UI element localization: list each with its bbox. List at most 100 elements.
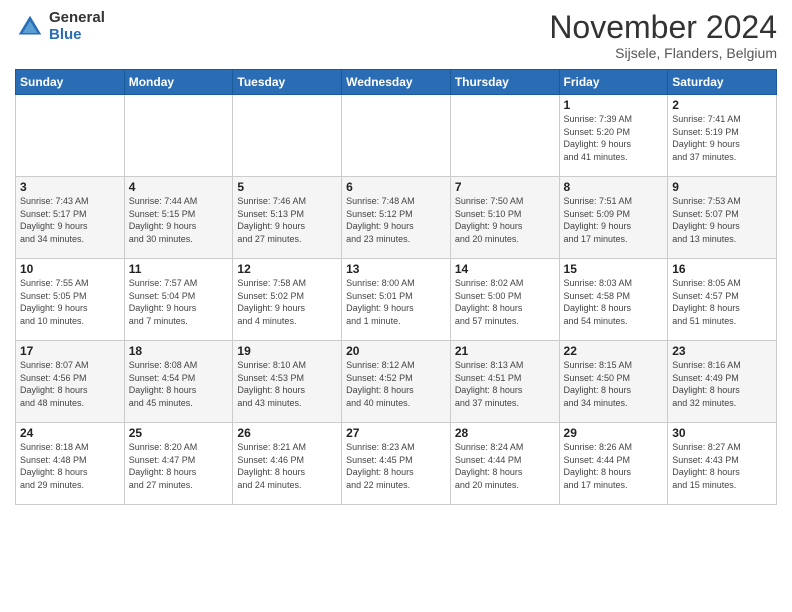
day-number: 27 (346, 426, 446, 440)
day-cell: 23Sunrise: 8:16 AM Sunset: 4:49 PM Dayli… (668, 341, 777, 423)
month-title: November 2024 (549, 10, 777, 45)
day-detail: Sunrise: 8:24 AM Sunset: 4:44 PM Dayligh… (455, 441, 555, 491)
day-detail: Sunrise: 8:15 AM Sunset: 4:50 PM Dayligh… (564, 359, 664, 409)
day-number: 30 (672, 426, 772, 440)
day-cell: 18Sunrise: 8:08 AM Sunset: 4:54 PM Dayli… (124, 341, 233, 423)
day-cell (16, 95, 125, 177)
day-detail: Sunrise: 7:57 AM Sunset: 5:04 PM Dayligh… (129, 277, 229, 327)
day-cell: 7Sunrise: 7:50 AM Sunset: 5:10 PM Daylig… (450, 177, 559, 259)
day-number: 12 (237, 262, 337, 276)
day-cell: 21Sunrise: 8:13 AM Sunset: 4:51 PM Dayli… (450, 341, 559, 423)
day-number: 17 (20, 344, 120, 358)
day-number: 26 (237, 426, 337, 440)
day-number: 7 (455, 180, 555, 194)
col-header-thursday: Thursday (450, 70, 559, 95)
day-cell: 16Sunrise: 8:05 AM Sunset: 4:57 PM Dayli… (668, 259, 777, 341)
logo-icon (15, 12, 45, 42)
col-header-tuesday: Tuesday (233, 70, 342, 95)
day-cell: 1Sunrise: 7:39 AM Sunset: 5:20 PM Daylig… (559, 95, 668, 177)
day-cell: 8Sunrise: 7:51 AM Sunset: 5:09 PM Daylig… (559, 177, 668, 259)
day-cell: 27Sunrise: 8:23 AM Sunset: 4:45 PM Dayli… (342, 423, 451, 505)
logo-text: General Blue (49, 10, 105, 43)
day-number: 10 (20, 262, 120, 276)
day-detail: Sunrise: 7:50 AM Sunset: 5:10 PM Dayligh… (455, 195, 555, 245)
logo: General Blue (15, 10, 105, 43)
day-cell: 20Sunrise: 8:12 AM Sunset: 4:52 PM Dayli… (342, 341, 451, 423)
day-number: 9 (672, 180, 772, 194)
col-header-wednesday: Wednesday (342, 70, 451, 95)
day-cell (233, 95, 342, 177)
day-number: 14 (455, 262, 555, 276)
day-cell: 26Sunrise: 8:21 AM Sunset: 4:46 PM Dayli… (233, 423, 342, 505)
day-detail: Sunrise: 7:39 AM Sunset: 5:20 PM Dayligh… (564, 113, 664, 163)
day-cell: 2Sunrise: 7:41 AM Sunset: 5:19 PM Daylig… (668, 95, 777, 177)
day-detail: Sunrise: 8:03 AM Sunset: 4:58 PM Dayligh… (564, 277, 664, 327)
day-detail: Sunrise: 8:10 AM Sunset: 4:53 PM Dayligh… (237, 359, 337, 409)
day-detail: Sunrise: 7:51 AM Sunset: 5:09 PM Dayligh… (564, 195, 664, 245)
day-detail: Sunrise: 8:05 AM Sunset: 4:57 PM Dayligh… (672, 277, 772, 327)
day-number: 25 (129, 426, 229, 440)
day-detail: Sunrise: 8:16 AM Sunset: 4:49 PM Dayligh… (672, 359, 772, 409)
day-detail: Sunrise: 7:41 AM Sunset: 5:19 PM Dayligh… (672, 113, 772, 163)
day-cell: 15Sunrise: 8:03 AM Sunset: 4:58 PM Dayli… (559, 259, 668, 341)
day-number: 21 (455, 344, 555, 358)
day-cell: 28Sunrise: 8:24 AM Sunset: 4:44 PM Dayli… (450, 423, 559, 505)
day-detail: Sunrise: 7:55 AM Sunset: 5:05 PM Dayligh… (20, 277, 120, 327)
day-number: 3 (20, 180, 120, 194)
day-number: 29 (564, 426, 664, 440)
day-cell: 9Sunrise: 7:53 AM Sunset: 5:07 PM Daylig… (668, 177, 777, 259)
day-detail: Sunrise: 7:58 AM Sunset: 5:02 PM Dayligh… (237, 277, 337, 327)
title-block: November 2024 Sijsele, Flanders, Belgium (549, 10, 777, 61)
day-cell: 10Sunrise: 7:55 AM Sunset: 5:05 PM Dayli… (16, 259, 125, 341)
logo-general-text: General (49, 10, 105, 27)
header: General Blue November 2024 Sijsele, Flan… (15, 10, 777, 61)
day-number: 11 (129, 262, 229, 276)
day-detail: Sunrise: 8:27 AM Sunset: 4:43 PM Dayligh… (672, 441, 772, 491)
day-number: 4 (129, 180, 229, 194)
day-cell (124, 95, 233, 177)
day-number: 24 (20, 426, 120, 440)
week-row-3: 10Sunrise: 7:55 AM Sunset: 5:05 PM Dayli… (16, 259, 777, 341)
day-detail: Sunrise: 8:23 AM Sunset: 4:45 PM Dayligh… (346, 441, 446, 491)
day-cell: 11Sunrise: 7:57 AM Sunset: 5:04 PM Dayli… (124, 259, 233, 341)
day-detail: Sunrise: 7:53 AM Sunset: 5:07 PM Dayligh… (672, 195, 772, 245)
day-detail: Sunrise: 8:02 AM Sunset: 5:00 PM Dayligh… (455, 277, 555, 327)
location-subtitle: Sijsele, Flanders, Belgium (549, 45, 777, 61)
day-cell: 14Sunrise: 8:02 AM Sunset: 5:00 PM Dayli… (450, 259, 559, 341)
day-number: 2 (672, 98, 772, 112)
day-number: 5 (237, 180, 337, 194)
day-number: 19 (237, 344, 337, 358)
day-detail: Sunrise: 8:21 AM Sunset: 4:46 PM Dayligh… (237, 441, 337, 491)
day-cell: 24Sunrise: 8:18 AM Sunset: 4:48 PM Dayli… (16, 423, 125, 505)
day-number: 16 (672, 262, 772, 276)
col-header-sunday: Sunday (16, 70, 125, 95)
day-detail: Sunrise: 7:48 AM Sunset: 5:12 PM Dayligh… (346, 195, 446, 245)
day-cell: 30Sunrise: 8:27 AM Sunset: 4:43 PM Dayli… (668, 423, 777, 505)
day-cell: 6Sunrise: 7:48 AM Sunset: 5:12 PM Daylig… (342, 177, 451, 259)
day-number: 28 (455, 426, 555, 440)
day-detail: Sunrise: 8:08 AM Sunset: 4:54 PM Dayligh… (129, 359, 229, 409)
col-header-friday: Friday (559, 70, 668, 95)
day-cell: 4Sunrise: 7:44 AM Sunset: 5:15 PM Daylig… (124, 177, 233, 259)
day-number: 1 (564, 98, 664, 112)
day-cell: 13Sunrise: 8:00 AM Sunset: 5:01 PM Dayli… (342, 259, 451, 341)
col-header-monday: Monday (124, 70, 233, 95)
day-detail: Sunrise: 8:26 AM Sunset: 4:44 PM Dayligh… (564, 441, 664, 491)
header-row: SundayMondayTuesdayWednesdayThursdayFrid… (16, 70, 777, 95)
day-number: 20 (346, 344, 446, 358)
week-row-4: 17Sunrise: 8:07 AM Sunset: 4:56 PM Dayli… (16, 341, 777, 423)
day-number: 22 (564, 344, 664, 358)
day-detail: Sunrise: 7:43 AM Sunset: 5:17 PM Dayligh… (20, 195, 120, 245)
col-header-saturday: Saturday (668, 70, 777, 95)
day-number: 8 (564, 180, 664, 194)
week-row-1: 1Sunrise: 7:39 AM Sunset: 5:20 PM Daylig… (16, 95, 777, 177)
day-detail: Sunrise: 7:46 AM Sunset: 5:13 PM Dayligh… (237, 195, 337, 245)
day-detail: Sunrise: 8:13 AM Sunset: 4:51 PM Dayligh… (455, 359, 555, 409)
logo-blue-text: Blue (49, 27, 105, 44)
day-cell (342, 95, 451, 177)
day-cell: 12Sunrise: 7:58 AM Sunset: 5:02 PM Dayli… (233, 259, 342, 341)
day-number: 15 (564, 262, 664, 276)
day-detail: Sunrise: 8:12 AM Sunset: 4:52 PM Dayligh… (346, 359, 446, 409)
day-number: 6 (346, 180, 446, 194)
day-cell: 22Sunrise: 8:15 AM Sunset: 4:50 PM Dayli… (559, 341, 668, 423)
